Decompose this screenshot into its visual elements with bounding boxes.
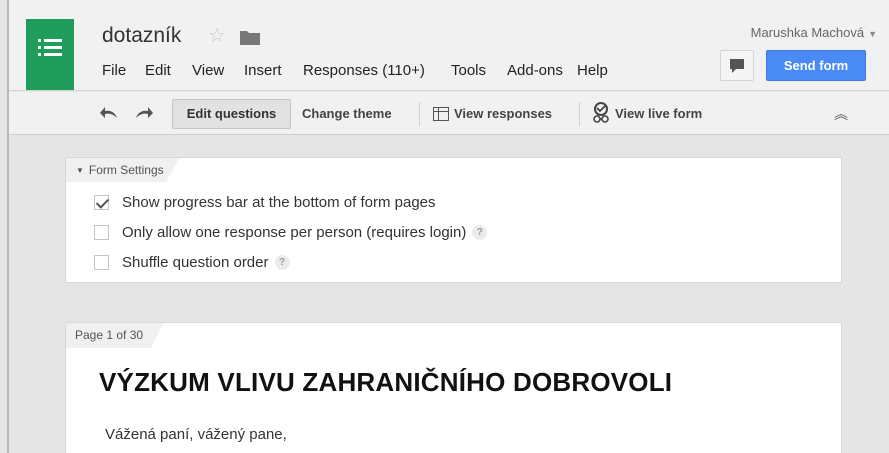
menu-add-ons[interactable]: Add-ons bbox=[507, 62, 563, 79]
document-title[interactable]: dotazník bbox=[102, 24, 181, 48]
view-responses-label: View responses bbox=[454, 106, 553, 121]
progress-bar-checkbox[interactable] bbox=[94, 195, 109, 210]
form-page-panel: Page 1 of 30 VÝZKUM VLIVU ZAHRANIČNÍHO D… bbox=[65, 322, 842, 453]
live-form-icon bbox=[593, 102, 609, 123]
form-title[interactable]: VÝZKUM VLIVU ZAHRANIČNÍHO DOBROVOLI bbox=[99, 367, 672, 398]
menu-insert[interactable]: Insert bbox=[244, 62, 282, 79]
view-responses-button[interactable]: View responses bbox=[433, 106, 552, 121]
star-icon[interactable]: ☆ bbox=[208, 26, 226, 46]
form-settings-label: Form Settings bbox=[88, 163, 164, 177]
menu-responses[interactable]: Responses (110+) bbox=[303, 62, 425, 79]
menu-view[interactable]: View bbox=[192, 62, 224, 79]
form-settings-toggle[interactable]: ▼ Form Settings bbox=[66, 158, 180, 182]
form-toolbar: Edit questions Change theme View respons… bbox=[9, 92, 889, 135]
menu-edit[interactable]: Edit bbox=[145, 62, 171, 79]
one-response-checkbox[interactable] bbox=[94, 225, 109, 240]
comment-icon bbox=[730, 59, 744, 73]
send-form-button[interactable]: Send form bbox=[766, 50, 866, 81]
user-name: Marushka Machová bbox=[750, 25, 865, 40]
forms-list-icon bbox=[38, 39, 62, 56]
progress-bar-option[interactable]: Show progress bar at the bottom of form … bbox=[94, 194, 436, 211]
shuffle-checkbox[interactable] bbox=[94, 255, 109, 270]
view-live-form-label: View live form bbox=[615, 105, 703, 121]
help-icon[interactable]: ? bbox=[472, 225, 488, 240]
menu-help[interactable]: Help bbox=[577, 62, 608, 79]
toolbar-divider bbox=[419, 102, 420, 126]
view-live-form-button[interactable]: View live form bbox=[592, 102, 702, 124]
redo-icon[interactable] bbox=[135, 107, 153, 119]
forms-logo[interactable] bbox=[26, 19, 74, 90]
menu-file[interactable]: File bbox=[102, 62, 126, 79]
toolbar-divider bbox=[579, 102, 580, 126]
page-indicator: Page 1 of 30 bbox=[66, 323, 164, 348]
table-icon bbox=[433, 106, 449, 121]
edit-questions-button[interactable]: Edit questions bbox=[172, 99, 291, 129]
undo-icon[interactable] bbox=[100, 107, 118, 119]
collapse-toolbar-icon[interactable]: ︽ bbox=[834, 104, 848, 124]
comments-button[interactable] bbox=[720, 50, 754, 81]
one-response-option[interactable]: Only allow one response per person (requ… bbox=[94, 224, 488, 241]
account-menu[interactable]: Marushka Machová ▼ bbox=[751, 25, 877, 40]
form-description[interactable]: Vážená paní, vážený pane, bbox=[105, 426, 287, 443]
change-theme-button[interactable]: Change theme bbox=[302, 106, 392, 121]
one-response-label: Only allow one response per person (requ… bbox=[122, 224, 467, 241]
shuffle-option[interactable]: Shuffle question order ? bbox=[94, 254, 290, 271]
folder-icon[interactable] bbox=[240, 30, 260, 45]
chevron-down-icon: ▼ bbox=[868, 29, 877, 39]
menu-tools[interactable]: Tools bbox=[451, 62, 486, 79]
form-settings-panel: ▼ Form Settings Show progress bar at the … bbox=[65, 157, 842, 283]
help-icon[interactable]: ? bbox=[274, 255, 290, 270]
progress-bar-label: Show progress bar at the bottom of form … bbox=[122, 194, 436, 211]
triangle-down-icon: ▼ bbox=[76, 166, 84, 175]
app-header: dotazník ☆ File Edit View Insert Respons… bbox=[9, 0, 889, 91]
app-window: dotazník ☆ File Edit View Insert Respons… bbox=[0, 0, 889, 453]
shuffle-label: Shuffle question order bbox=[122, 254, 269, 271]
